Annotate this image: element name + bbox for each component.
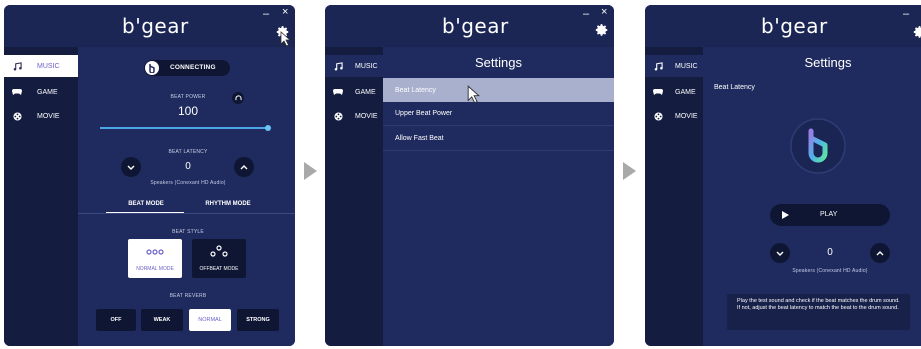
gamepad-icon [12,87,22,97]
connection-status: CONNECTING [170,64,216,71]
app-logo: b'gear [442,14,509,38]
gamepad-icon [653,87,663,97]
sidebar-item-movie[interactable]: MOVIE [325,105,383,127]
sidebar-item-label: GAME [355,88,376,96]
play-button[interactable]: PLAY [770,204,890,226]
help-text: Play the test sound and check if the bea… [727,294,910,330]
sidebar-item-label: GAME [37,88,58,96]
title-bar: b'gear – [645,5,921,47]
film-reel-icon [653,111,663,121]
close-button[interactable]: × [282,7,288,18]
beat-latency-label: BEAT LATENCY [168,149,208,155]
sidebar: MUSIC GAME MOVIE [325,47,383,346]
sidebar-item-movie[interactable]: MOVIE [645,105,703,127]
sidebar-item-label: MOVIE [37,112,60,120]
title-bar: b'gear – × [4,5,295,47]
music-note-icon [12,61,22,71]
step-arrow-icon [304,162,317,180]
reverb-normal-button[interactable]: NORMAL [189,309,231,331]
beat-power-value: 100 [177,104,199,118]
music-note-icon [653,61,663,71]
sidebar-item-label: MOVIE [355,112,378,120]
page-title: Settings [804,55,852,70]
headphones-icon[interactable] [232,92,244,104]
tab-rhythm-mode[interactable]: RHYTHM MODE [188,201,268,207]
mouse-cursor-icon [280,31,291,47]
app-logo: b'gear [761,14,828,38]
play-icon [782,211,789,219]
chevron-up-icon [876,250,884,255]
minimize-button[interactable]: – [263,9,269,20]
music-note-icon [333,61,343,71]
bgear-logo-icon [790,118,846,174]
sidebar-item-music[interactable]: MUSIC [645,55,703,77]
chevron-down-icon [776,251,784,256]
minimize-button[interactable]: – [903,9,909,20]
normal-mode-label: NORMAL MODE [136,266,174,272]
mouse-cursor-icon [467,85,480,104]
latency-increase-button[interactable] [870,243,890,263]
sidebar: MUSIC GAME MOVIE [4,47,78,346]
sidebar-item-game[interactable]: GAME [645,81,703,103]
reverb-off-button[interactable]: OFF [96,309,136,331]
settings-screen: b'gear – × MUSIC GAME MOVIE Settings Bea… [325,5,614,346]
sidebar-item-game[interactable]: GAME [4,81,78,103]
app-logo: b'gear [122,14,189,38]
sidebar-item-label: MUSIC [675,62,698,70]
minimize-button[interactable]: – [583,9,589,20]
latency-increase-button[interactable] [234,157,254,177]
beat-power-slider-thumb[interactable] [265,124,271,131]
settings-item-allow-fast-beat[interactable]: Allow Fast Beat [383,127,614,151]
beat-style-label: BEAT STYLE [172,229,204,235]
chevron-up-icon [240,164,248,169]
offbeat-mode-label: OFFBEAT MODE [199,266,239,272]
beat-reverb-label: BEAT REVERB [169,293,207,299]
normal-mode-card[interactable]: NORMAL MODE [128,239,182,278]
gear-icon[interactable] [595,23,609,37]
offbeat-mode-card[interactable]: OFFBEAT MODE [192,239,246,278]
settings-item-upper-beat-power[interactable]: Upper Beat Power [383,102,614,126]
sidebar-item-music[interactable]: MUSIC [4,55,78,77]
sidebar-item-movie[interactable]: MOVIE [4,105,78,127]
sidebar-item-label: MOVIE [675,112,698,120]
sidebar-item-music[interactable]: MUSIC [325,55,383,77]
bgear-logo-icon [145,61,159,75]
close-button[interactable]: × [601,7,607,18]
film-reel-icon [12,111,22,121]
latency-decrease-button[interactable] [770,243,790,263]
sidebar: MUSIC GAME MOVIE [645,47,703,346]
reverb-weak-button[interactable]: WEAK [141,309,183,331]
section-title: Beat Latency [714,84,755,91]
beat-latency-value: 0 [185,161,191,172]
connection-toggle[interactable]: CONNECTING [144,60,230,76]
beat-power-slider[interactable] [100,127,268,129]
page-title: Settings [475,55,522,70]
chevron-down-icon [127,165,135,170]
normal-beat-icon [146,249,164,255]
sidebar-item-label: GAME [675,88,696,96]
reverb-strong-button[interactable]: STRONG [237,309,279,331]
title-bar: b'gear – × [325,5,614,47]
play-label: PLAY [820,211,838,218]
beat-latency-content: Settings Beat Latency PLAY 0 Speakers (C… [703,47,921,346]
beat-power-label: BEAT POWER [170,94,206,100]
beat-latency-screen: b'gear – MUSIC GAME MOVIE Settings Beat [645,5,921,346]
settings-content: Settings Beat Latency Upper Beat Power A… [383,47,614,346]
latency-value: 0 [827,247,833,258]
film-reel-icon [333,111,343,121]
offbeat-icon [210,245,228,257]
step-arrow-icon [623,162,636,180]
music-screen: b'gear – × MUSIC GAME MOVIE CONNECTING B… [4,5,295,346]
device-name: Speakers (Conexant HD Audio) [792,268,868,274]
tab-beat-mode[interactable]: BEAT MODE [106,201,186,207]
gear-icon[interactable] [913,25,921,39]
device-name: Speakers (Conexant HD Audio) [150,180,226,186]
sidebar-item-label: MUSIC [355,62,378,70]
tab-divider [78,213,295,214]
sidebar-item-label: MUSIC [37,62,60,70]
gamepad-icon [333,87,343,97]
music-content: CONNECTING BEAT POWER 100 BEAT LATENCY 0… [78,47,295,346]
settings-item-beat-latency[interactable]: Beat Latency [383,78,614,102]
sidebar-item-game[interactable]: GAME [325,81,383,103]
